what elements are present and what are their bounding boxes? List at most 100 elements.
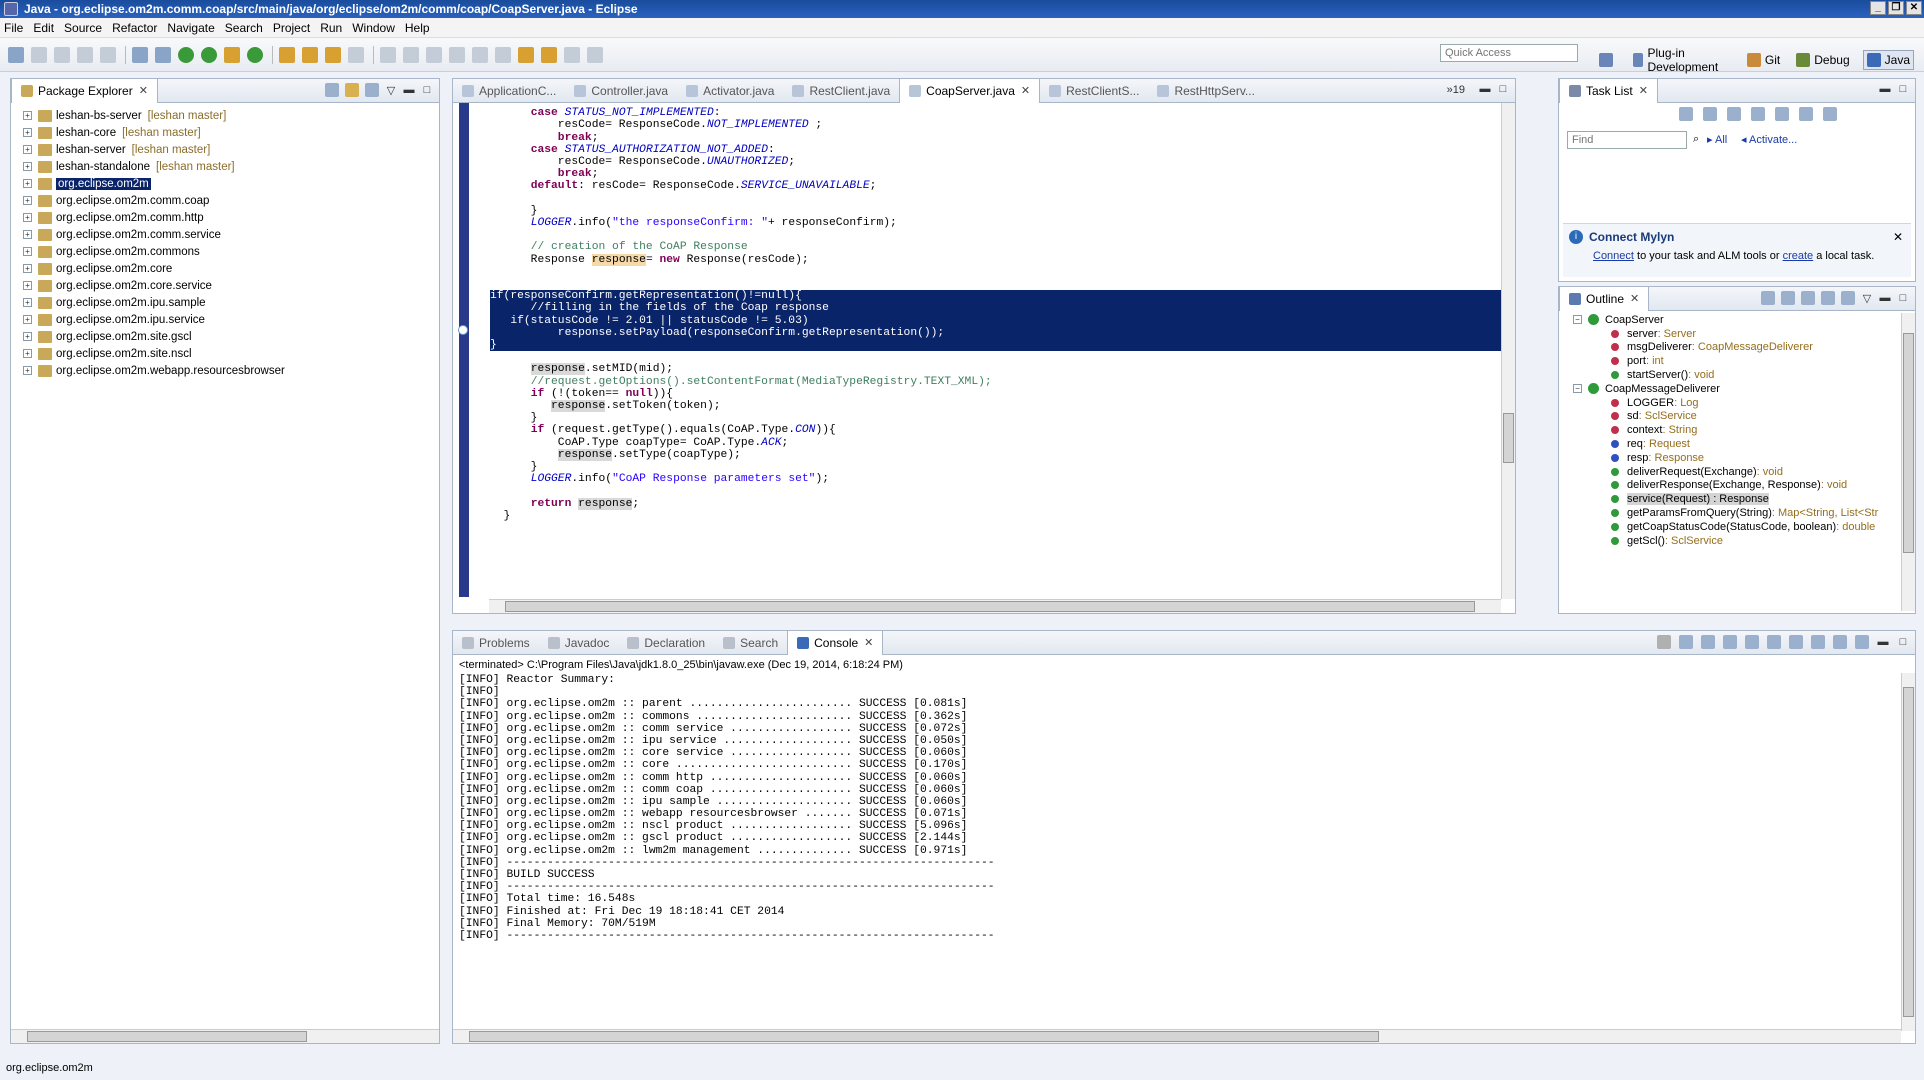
hide-local-types-icon[interactable] (1841, 291, 1855, 305)
menu-help[interactable]: Help (405, 21, 430, 35)
editor-vertical-scrollbar[interactable] (1501, 103, 1515, 599)
project-item[interactable]: + leshan-server [leshan master] (23, 141, 439, 158)
run-icon[interactable] (178, 46, 194, 63)
maximize-icon[interactable]: □ (1897, 636, 1909, 648)
mark-occurrences-icon[interactable] (403, 46, 419, 63)
sort-icon[interactable] (1761, 291, 1775, 305)
project-item[interactable]: + org.eclipse.om2m.webapp.resourcesbrowse… (23, 362, 439, 379)
expand-icon[interactable]: + (23, 179, 32, 188)
tab-problems[interactable]: Problems (453, 631, 539, 655)
minimize-icon[interactable]: ▬ (1479, 83, 1491, 95)
tab-package-explorer[interactable]: Package Explorer ✕ (11, 78, 158, 103)
project-item[interactable]: + org.eclipse.om2m.core.service (23, 277, 439, 294)
search-icon[interactable] (348, 46, 364, 63)
tab-declaration[interactable]: Declaration (618, 631, 714, 655)
all-link[interactable]: ▸ All (1707, 133, 1727, 146)
outline-member[interactable]: resp : Response (1573, 451, 1915, 465)
close-button[interactable]: ✕ (1906, 1, 1922, 15)
pin-editor-icon[interactable] (587, 46, 603, 63)
focus-workweek-icon[interactable] (1775, 107, 1789, 121)
collapse-all-icon[interactable] (1799, 107, 1813, 121)
editor-tab[interactable]: RestHttpServ... (1148, 79, 1263, 103)
open-type-icon[interactable] (302, 46, 318, 63)
menu-source[interactable]: Source (64, 21, 102, 35)
editor-tab[interactable]: ApplicationC... (453, 79, 565, 103)
activate-link[interactable]: ◂ Activate... (1741, 133, 1797, 146)
scheduled-icon[interactable] (1727, 107, 1741, 121)
synchronize-icon[interactable] (1823, 107, 1837, 121)
expand-icon[interactable]: + (23, 332, 32, 341)
hide-completed-icon[interactable] (1751, 107, 1765, 121)
expand-icon[interactable]: + (23, 128, 32, 137)
expand-icon[interactable]: + (23, 366, 32, 375)
view-menu-icon[interactable]: ▽ (385, 84, 397, 97)
perspective-plugin-development[interactable]: Plug-in Development (1630, 44, 1734, 76)
block-selection-icon[interactable] (426, 46, 442, 63)
view-menu-icon[interactable]: ▽ (1861, 292, 1873, 305)
outline-member[interactable]: deliverRequest(Exchange) : void (1573, 465, 1915, 479)
outline-class[interactable]: − CoapServer (1573, 313, 1915, 327)
display-console-icon[interactable] (1833, 635, 1847, 649)
project-item[interactable]: + org.eclipse.om2m.site.nscl (23, 345, 439, 362)
debug-icon[interactable] (155, 46, 171, 63)
outline-class[interactable]: − CoapMessageDeliverer (1573, 382, 1915, 396)
menu-refactor[interactable]: Refactor (112, 21, 157, 35)
console-horizontal-scrollbar[interactable] (453, 1029, 1901, 1043)
skip-breakpoints-icon[interactable] (132, 46, 148, 63)
expand-icon[interactable]: + (23, 349, 32, 358)
open-perspective-button[interactable] (1596, 51, 1620, 69)
close-icon[interactable]: ✕ (1630, 292, 1639, 305)
save-all-icon[interactable] (77, 46, 93, 63)
new-package-icon[interactable] (279, 46, 295, 63)
categorized-icon[interactable] (1703, 107, 1717, 121)
forward-icon[interactable] (564, 46, 580, 63)
collapse-all-icon[interactable] (325, 83, 339, 97)
expand-icon[interactable]: + (23, 111, 32, 120)
outline-member[interactable]: getScl() : SclService (1573, 534, 1915, 548)
collapse-icon[interactable]: − (1573, 384, 1582, 394)
focus-task-icon[interactable] (365, 83, 379, 97)
menu-run[interactable]: Run (320, 21, 342, 35)
new-dropdown-icon[interactable] (31, 46, 47, 63)
editor-tab[interactable]: CoapServer.java ✕ (899, 78, 1041, 103)
project-item[interactable]: + org.eclipse.om2m.ipu.sample (23, 294, 439, 311)
create-link[interactable]: create (1783, 250, 1814, 262)
menu-navigate[interactable]: Navigate (167, 21, 214, 35)
external-tools-icon[interactable] (224, 46, 240, 63)
new-task-icon[interactable] (1679, 107, 1693, 121)
connect-link[interactable]: Connect (1593, 250, 1634, 262)
minimize-icon[interactable]: ▬ (1879, 83, 1891, 95)
console-vertical-scrollbar[interactable] (1901, 673, 1915, 1031)
expand-icon[interactable]: + (23, 281, 32, 290)
refresh-icon[interactable] (247, 46, 263, 63)
tab-task-list[interactable]: Task List ✕ (1559, 78, 1658, 103)
outline-member[interactable]: server : Server (1573, 327, 1915, 341)
hide-fields-icon[interactable] (1781, 291, 1795, 305)
project-item[interactable]: + org.eclipse.om2m.commons (23, 243, 439, 260)
expand-icon[interactable]: + (23, 145, 32, 154)
menu-file[interactable]: File (4, 21, 23, 35)
tab-search[interactable]: Search (714, 631, 787, 655)
link-editor-icon[interactable] (345, 83, 359, 97)
outline-member[interactable]: getCoapStatusCode(StatusCode, boolean) :… (1573, 520, 1915, 534)
expand-icon[interactable]: + (23, 315, 32, 324)
menu-edit[interactable]: Edit (33, 21, 54, 35)
project-item[interactable]: + org.eclipse.om2m.ipu.service (23, 311, 439, 328)
menu-search[interactable]: Search (225, 21, 263, 35)
expand-icon[interactable]: + (23, 196, 32, 205)
maximize-icon[interactable]: □ (1897, 292, 1909, 304)
close-icon[interactable]: ✕ (1021, 84, 1030, 97)
pin-console-icon[interactable] (1811, 635, 1825, 649)
expand-icon[interactable]: + (23, 230, 32, 239)
next-annotation-icon[interactable] (472, 46, 488, 63)
remove-launch-icon[interactable] (1679, 635, 1693, 649)
minimize-icon[interactable]: ▬ (1879, 292, 1891, 304)
editor-tab[interactable]: Activator.java (677, 79, 783, 103)
project-item[interactable]: + org.eclipse.om2m.core (23, 260, 439, 277)
project-item[interactable]: + leshan-core [leshan master] (23, 124, 439, 141)
outline-member[interactable]: service(Request) : Response (1573, 492, 1915, 506)
outline-member[interactable]: deliverResponse(Exchange, Response) : vo… (1573, 479, 1915, 493)
save-icon[interactable] (54, 46, 70, 63)
editor-tab[interactable]: Controller.java (565, 79, 677, 103)
maximize-icon[interactable]: □ (1497, 83, 1509, 95)
